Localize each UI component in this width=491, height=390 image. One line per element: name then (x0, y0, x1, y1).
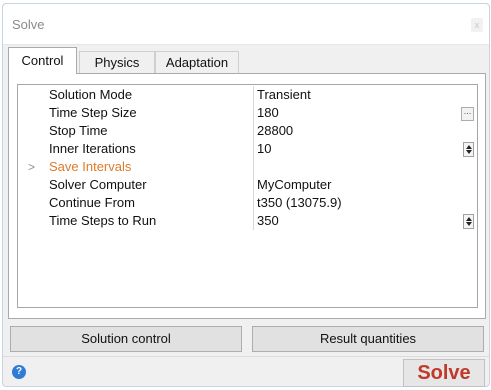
spin-up-icon[interactable] (466, 145, 472, 149)
property-row-stop-time[interactable]: Stop Time 28800 (18, 122, 477, 140)
column-divider (253, 104, 254, 122)
close-icon[interactable]: x (471, 18, 483, 32)
column-divider (253, 176, 254, 194)
ellipsis-button[interactable]: ... (461, 107, 474, 121)
column-divider (253, 194, 254, 212)
footer-divider (3, 356, 489, 357)
tab-physics[interactable]: Physics (79, 51, 155, 73)
solve-button[interactable]: Solve (403, 359, 485, 387)
property-value[interactable]: t350 (13075.9) (257, 194, 342, 212)
property-grid: Solution Mode Transient Time Step Size 1… (17, 84, 478, 308)
tab-control[interactable]: Control (8, 47, 77, 74)
help-icon[interactable]: ? (12, 365, 26, 379)
property-row-continue-from[interactable]: Continue From t350 (13075.9) (18, 194, 477, 212)
spin-button[interactable] (463, 214, 474, 229)
property-name: Time Step Size (49, 105, 137, 120)
property-value[interactable]: MyComputer (257, 176, 331, 194)
spin-down-icon[interactable] (466, 150, 472, 154)
property-value[interactable]: 350 (257, 212, 279, 230)
control-tab-panel: Solution Mode Transient Time Step Size 1… (8, 73, 486, 319)
spin-down-icon[interactable] (466, 222, 472, 226)
property-row-inner-iterations[interactable]: Inner Iterations 10 (18, 140, 477, 158)
spin-up-icon[interactable] (466, 217, 472, 221)
chevron-right-icon[interactable]: > (28, 158, 35, 176)
property-name: Solver Computer (49, 177, 147, 192)
column-divider (253, 158, 254, 176)
property-name: Solution Mode (49, 87, 133, 102)
property-value[interactable]: 28800 (257, 122, 293, 140)
property-row-time-steps-to-run[interactable]: Time Steps to Run 350 (18, 212, 477, 230)
property-name: Time Steps to Run (49, 213, 157, 228)
solve-dialog: Solve x Control Physics Adaptation Solut… (2, 3, 490, 387)
property-value[interactable]: Transient (257, 86, 311, 104)
property-value[interactable]: 10 (257, 140, 271, 158)
column-divider (253, 86, 254, 104)
property-row-solver-computer[interactable]: Solver Computer MyComputer (18, 176, 477, 194)
property-row-time-step-size[interactable]: Time Step Size 180 ... (18, 104, 477, 122)
column-divider (253, 140, 254, 158)
property-value[interactable]: 180 (257, 104, 279, 122)
result-quantities-button[interactable]: Result quantities (252, 326, 484, 352)
property-name: Stop Time (49, 123, 108, 138)
column-divider (253, 212, 254, 230)
property-row-solution-mode[interactable]: Solution Mode Transient (18, 86, 477, 104)
property-name: Inner Iterations (49, 141, 136, 156)
property-name: Save Intervals (49, 159, 132, 174)
tab-adaptation[interactable]: Adaptation (155, 51, 239, 73)
solution-control-button[interactable]: Solution control (10, 326, 242, 352)
property-row-save-intervals[interactable]: > Save Intervals (18, 158, 477, 176)
property-name: Continue From (49, 195, 135, 210)
title-bar: Solve x (3, 4, 489, 45)
spin-button[interactable] (463, 142, 474, 157)
column-divider (253, 122, 254, 140)
window-title: Solve (12, 17, 45, 32)
